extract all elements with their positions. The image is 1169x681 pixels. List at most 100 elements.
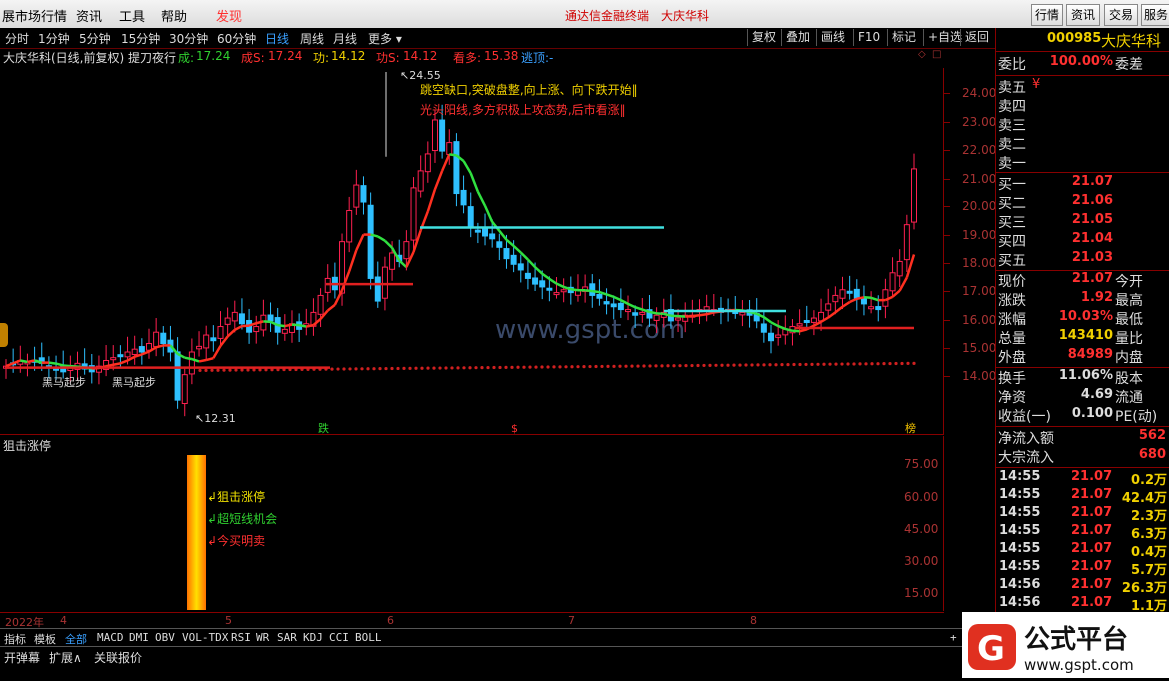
price-tick-mark [944, 291, 950, 292]
toolbar-button[interactable]: 复权 [747, 29, 780, 46]
bottom-bar: 开弹幕 扩展∧ 关联报价 [0, 646, 995, 679]
tab-kdj[interactable]: KDJ [303, 631, 323, 644]
candle-body [447, 143, 452, 155]
candle-body [840, 290, 845, 298]
buy-row-value: 21.04 [1072, 231, 1113, 246]
related-quote-button[interactable]: 关联报价 [94, 649, 142, 666]
indicator-tick: 15.00 [904, 586, 938, 600]
stat-row-value: 143410 [1059, 328, 1113, 343]
square-icon[interactable]: □ [932, 49, 941, 60]
tab-vol-tdx[interactable]: VOL-TDX [182, 631, 228, 644]
heima-label-1: 黑马起步 [42, 376, 86, 389]
flow-value: 562 [1139, 428, 1166, 443]
support-dot [372, 367, 375, 370]
tab-boll[interactable]: BOLL [355, 631, 382, 644]
top-button-trade[interactable]: 交易 [1104, 4, 1138, 26]
tab-cci[interactable]: CCI [329, 631, 349, 644]
add-indicator-icon[interactable]: + [950, 631, 957, 644]
stat-row-label: 总量 [998, 328, 1026, 348]
period-tab[interactable]: 1分钟 [38, 30, 70, 47]
toolbar-button[interactable]: 叠加 [781, 29, 814, 46]
stat-row-value: 21.07 [1072, 271, 1113, 286]
top-button-quote[interactable]: 行情 [1031, 4, 1063, 26]
buy-row-value: 21.03 [1072, 250, 1113, 265]
support-dot [612, 365, 615, 368]
tick-volume: 0.2万 [1131, 469, 1167, 488]
toolbar-button[interactable]: 标记 [887, 29, 920, 46]
support-dot [444, 366, 447, 369]
period-tab[interactable]: 周线 [300, 30, 324, 47]
menu-tools[interactable]: 工具 [119, 6, 145, 25]
trend-line-segment [356, 235, 363, 251]
period-tab[interactable]: 5分钟 [79, 30, 111, 47]
menu-market[interactable]: 展市场行情 [2, 6, 67, 25]
tick-row: 14:5521.0742.4万 [999, 487, 1169, 505]
mark-dollar: $ [511, 422, 518, 435]
stat-row-label-2: 今开 [1115, 271, 1143, 291]
menu-discover[interactable]: 发现 [216, 6, 242, 25]
candle-body [876, 307, 881, 310]
candle-body [468, 207, 473, 228]
top-button-news[interactable]: 资讯 [1066, 4, 1100, 26]
quote-panel: 000985 大庆华科 委比 100.00% 委差 卖五¥卖四卖三卖二卖一 买一… [995, 28, 1169, 678]
toolbar-button[interactable]: F10 [853, 29, 884, 46]
tab-obv[interactable]: OBV [155, 631, 175, 644]
support-dot [576, 365, 579, 368]
support-dot [876, 362, 879, 365]
expand-button[interactable]: 扩展∧ [49, 649, 82, 666]
trend-line-segment [213, 346, 220, 358]
trend-line-segment [499, 231, 506, 240]
divider [996, 467, 1169, 468]
tab-wr[interactable]: WR [256, 631, 269, 644]
tab-rsi[interactable]: RSI [231, 631, 251, 644]
candle-body [561, 290, 566, 292]
period-tab[interactable]: 60分钟 [217, 30, 256, 47]
support-dot [792, 363, 795, 366]
stat-row-value: 84989 [1068, 347, 1113, 362]
diamond-icon[interactable]: ◇ [918, 49, 926, 60]
gspt-logo: G 公式平台 www.gspt.com [962, 612, 1169, 678]
support-dot [234, 368, 237, 371]
period-tab[interactable]: 15分钟 [121, 30, 160, 47]
indicator-tick: 60.00 [904, 490, 938, 504]
period-tab[interactable]: 分时 [5, 30, 29, 47]
support-dot [360, 367, 363, 370]
toolbar-button[interactable]: 返回 [960, 29, 993, 46]
support-dot [912, 362, 915, 365]
support-dot [714, 364, 717, 367]
indicator-chart[interactable]: ↲狙击涨停 ↲超短线机会 ↲今买明卖 75.0060.0045.0030.001… [0, 436, 944, 611]
tab-all[interactable]: 全部 [65, 631, 87, 647]
tab-dmi[interactable]: DMI [129, 631, 149, 644]
period-tab[interactable]: 30分钟 [169, 30, 208, 47]
menu-news[interactable]: 资讯 [76, 6, 102, 25]
danmu-button[interactable]: 开弹幕 [4, 649, 40, 666]
support-dot [414, 367, 417, 370]
candle-body [125, 352, 130, 357]
side-expand-handle[interactable] [0, 323, 8, 347]
support-dot [804, 363, 807, 366]
candle-body [404, 242, 409, 259]
support-dot [654, 364, 657, 367]
tab-macd[interactable]: MACD [97, 631, 124, 644]
period-tab[interactable]: 月线 [333, 30, 357, 47]
toolbar-button[interactable]: 画线 [816, 29, 849, 46]
candle-body [540, 281, 545, 287]
trend-line-segment [349, 250, 356, 271]
annotation-note-2: 光头阳线,多方积极上攻态势,后市看涨‖ [420, 102, 626, 117]
stat-row-label: 涨跌 [998, 290, 1026, 310]
period-tab-more[interactable]: 更多 ▾ [368, 30, 402, 47]
candle-body [804, 321, 809, 323]
stat-row-value: 1.92 [1081, 290, 1113, 305]
menu-help[interactable]: 帮助 [161, 6, 187, 25]
trend-line-segment [585, 290, 592, 291]
tab-template[interactable]: 模板 [34, 631, 56, 647]
candlestick-chart[interactable]: www.gspt.com ↖24.55 ↖12.31 跳空缺口,突破盘整,向上涨… [0, 68, 944, 435]
support-dot [486, 366, 489, 369]
support-dot [462, 366, 465, 369]
support-dot [798, 363, 801, 366]
trend-line-segment [6, 363, 13, 366]
tab-sar[interactable]: SAR [277, 631, 297, 644]
tab-indicators[interactable]: 指标 [4, 631, 26, 647]
period-tab-selected[interactable]: 日线 [265, 30, 289, 47]
top-button-service[interactable]: 服务 [1141, 4, 1169, 26]
